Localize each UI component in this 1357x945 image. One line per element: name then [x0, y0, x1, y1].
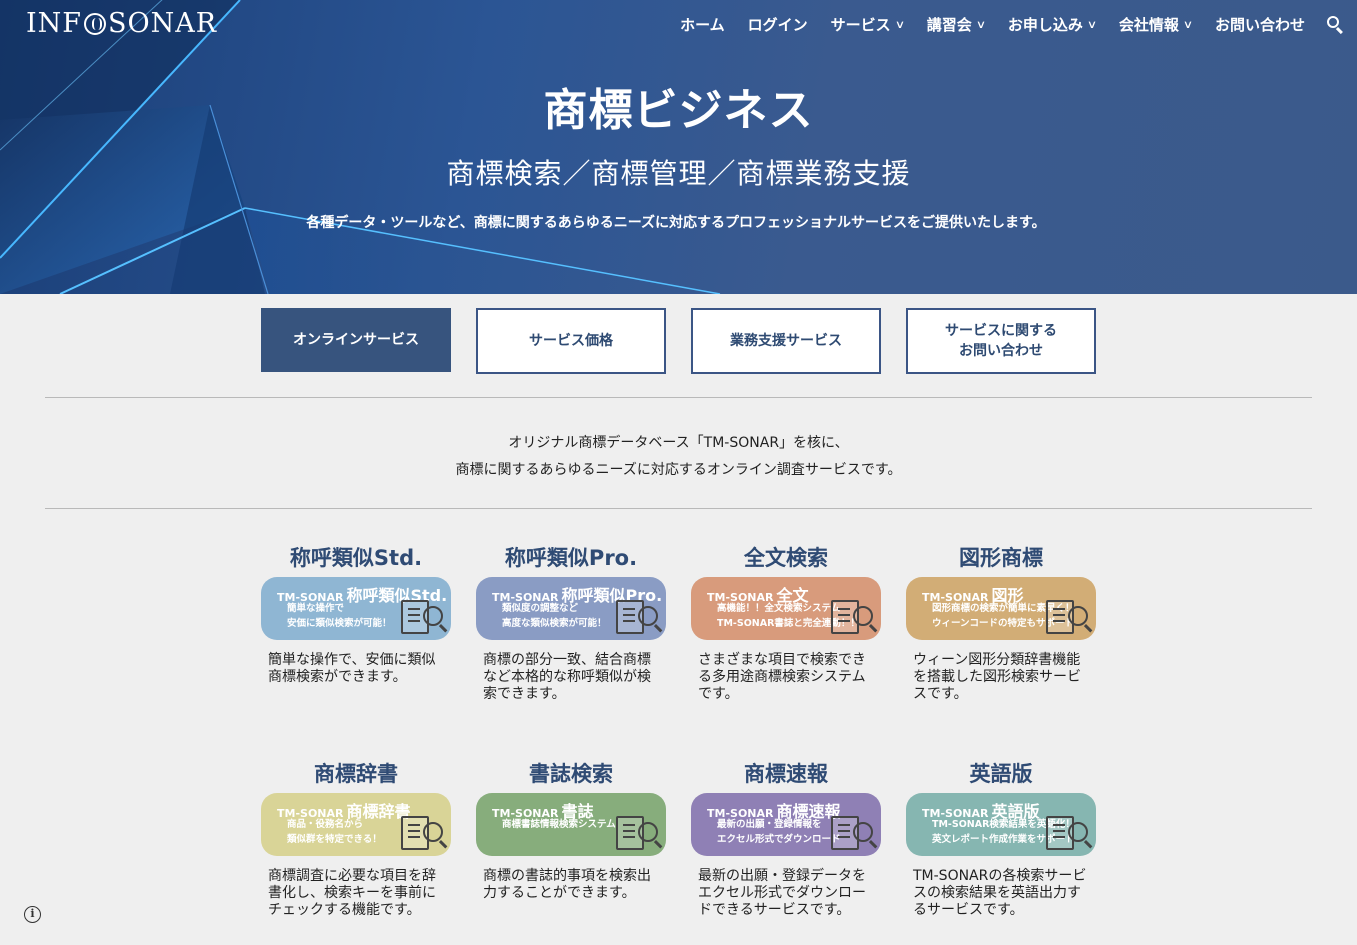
chevron-down-icon: ∨: [1182, 18, 1194, 31]
service-description: 簡単な操作で、安価に類似商標検索ができます。: [268, 652, 436, 685]
banner-sub-line: 安価に類似検索が可能！: [287, 618, 392, 629]
magnifier-icon: [1068, 822, 1088, 842]
magnifier-icon: [638, 606, 658, 626]
service-card: 書誌検索 TM-SONAR 書誌 商標書誌情報検索システム商標の書誌的事項を検索出力す…: [476, 759, 666, 902]
banner-sub-line: 簡単な操作で: [287, 603, 345, 614]
site-logo[interactable]: INF SONAR: [26, 8, 217, 39]
tab-label: サービス価格: [529, 332, 613, 349]
chevron-down-icon: ∨: [1086, 18, 1098, 31]
service-title-link[interactable]: 称呼類似Std.: [261, 543, 451, 577]
page-subtitle: 商標検索／商標管理／商標業務支援: [446, 157, 911, 190]
banner-subtext: 最新の出願・登録情報をエクセル形式でダウンロード: [717, 817, 841, 847]
page-title: 商標ビジネス: [543, 85, 814, 136]
service-description: TM-SONARの各検索サービスの検索結果を英語出力するサービスです。: [913, 868, 1087, 918]
search-icon[interactable]: [1327, 15, 1345, 34]
service-card: 称呼類似Pro. TM-SONAR 称呼類似Pro. 類似度の調整など 高度な類似検索が…: [476, 543, 666, 703]
tab-online-services[interactable]: オンラインサービス: [261, 308, 451, 372]
nav-label: ログイン: [747, 16, 808, 34]
tab-service-pricing[interactable]: サービス価格: [476, 308, 666, 374]
chevron-down-icon: ∨: [975, 18, 987, 31]
service-banner-image[interactable]: TM-SONAR 図形 図形商標の検索が簡単に素早く！ ウィーンコードの特定もサポート: [906, 577, 1096, 640]
service-title-link[interactable]: 英語版: [906, 759, 1096, 793]
nav-item-seminars[interactable]: 講習会 ∨: [926, 14, 987, 35]
banner-sub-line: 商品・役務名から: [287, 819, 364, 830]
service-title-link[interactable]: 全文検索: [691, 543, 881, 577]
service-card: 全文検索 TM-SONAR 全文 高機能！！全文検索システム TM-SONAR書誌と完全…: [691, 543, 881, 703]
banner-sub-line: 最新の出願・登録情報を: [717, 819, 822, 830]
service-banner-image[interactable]: TM-SONAR 称呼類似Pro. 類似度の調整など 高度な類似検索が可能！: [476, 577, 666, 640]
tab-business-support[interactable]: 業務支援サービス: [691, 308, 881, 374]
service-title-link[interactable]: 図形商標: [906, 543, 1096, 577]
magnifier-icon: [853, 822, 873, 842]
hero-banner: INF SONAR ホーム ログイン サービス ∨ 講習会 ∨ お申し込み ∨ 会社情…: [0, 0, 1357, 294]
nav-label: お申し込み: [1007, 16, 1083, 34]
nav-label: 講習会: [926, 16, 972, 34]
service-banner-image[interactable]: TM-SONAR 商標速報 最新の出願・登録情報を エクセル形式でダウンロード: [691, 793, 881, 856]
service-banner-image[interactable]: TM-SONAR 全文 高機能！！全文検索システム TM-SONAR書誌と完全連動！！: [691, 577, 881, 640]
service-title-link[interactable]: 商標速報: [691, 759, 881, 793]
main-nav: ホーム ログイン サービス ∨ 講習会 ∨ お申し込み ∨ 会社情報 ∨ お問い合わせ: [657, 14, 1345, 35]
banner-sub-line: 類似度の調整など: [502, 603, 579, 614]
nav-item-apply[interactable]: お申し込み ∨: [1007, 14, 1098, 35]
nav-label: 会社情報: [1118, 16, 1179, 34]
tab-label: サービスに関する お問い合わせ: [945, 322, 1057, 359]
logo-text-left: INF: [26, 8, 83, 39]
nav-label: お問い合わせ: [1214, 16, 1305, 34]
banner-sub-line: 高度な類似検索が可能！: [502, 618, 607, 629]
service-title-link[interactable]: 商標辞書: [261, 759, 451, 793]
service-description: 商標の書誌的事項を検索出力することができます。: [483, 868, 651, 901]
service-card: 商標辞書 TM-SONAR 商標辞書 商品・役務名から 類似群を特定できる！ 商標調査に必…: [261, 759, 451, 919]
divider: [45, 508, 1312, 509]
service-title-link[interactable]: 称呼類似Pro.: [476, 543, 666, 577]
tab-label: 業務支援サービス: [730, 332, 842, 349]
magnifier-icon: [853, 606, 873, 626]
intro-line: オリジナル商標データベース「TM-SONAR」を核に、: [508, 435, 849, 451]
nav-item-company[interactable]: 会社情報 ∨: [1118, 14, 1194, 35]
chevron-down-icon: ∨: [894, 18, 905, 31]
magnifier-icon: [638, 822, 658, 842]
magnifier-icon: [1068, 606, 1088, 626]
hero-lead-text: 各種データ・ツールなど、商標に関するあらゆるニーズに対応するプロフェッショナルサ…: [306, 215, 1046, 231]
info-icon[interactable]: i: [24, 906, 41, 923]
nav-label: サービス: [830, 16, 891, 34]
banner-sub-line: エクセル形式でダウンロード: [717, 834, 841, 845]
intro-text: オリジナル商標データベース「TM-SONAR」を核に、 商標に関するあらゆるニー…: [0, 430, 1357, 484]
nav-label: ホーム: [680, 16, 725, 34]
service-card: 英語版 TM-SONAR 英語版 TM-SONAR検索結果を英語化！ 英文レポート作成作…: [906, 759, 1096, 919]
hero-background-graphic: [0, 0, 721, 294]
logo-mark-icon: [84, 12, 107, 35]
banner-sub-line: 類似群を特定できる！: [287, 834, 382, 845]
nav-item-services[interactable]: サービス ∨: [830, 14, 905, 35]
service-banner-image[interactable]: TM-SONAR 英語版 TM-SONAR検索結果を英語化！ 英文レポート作成作業をサ…: [906, 793, 1096, 856]
service-banner-image[interactable]: TM-SONAR 称呼類似Std. 簡単な操作で 安価に類似検索が可能！: [261, 577, 451, 640]
tab-service-inquiry[interactable]: サービスに関する お問い合わせ: [906, 308, 1096, 374]
service-title-link[interactable]: 書誌検索: [476, 759, 666, 793]
service-description: 商標調査に必要な項目を辞書化し、検索キーを事前にチェックする機能です。: [268, 868, 436, 918]
service-description: ウィーン図形分類辞書機能を搭載した図形検索サービスです。: [913, 652, 1081, 702]
service-description: さまざまな項目で検索できる多用途商標検索システムです。: [698, 652, 866, 702]
tab-label: オンラインサービス: [293, 331, 419, 348]
banner-subtext: 類似度の調整など高度な類似検索が可能！: [502, 601, 607, 631]
banner-subtext: 簡単な操作で安価に類似検索が可能！: [287, 601, 392, 631]
service-banner-image[interactable]: TM-SONAR 商標辞書 商品・役務名から 類似群を特定できる！: [261, 793, 451, 856]
intro-line: 商標に関するあらゆるニーズに対応するオンライン調査サービスです。: [455, 462, 902, 478]
service-card: 商標速報 TM-SONAR 商標速報 最新の出願・登録情報を エクセル形式でダウンロード…: [691, 759, 881, 919]
service-card: 図形商標 TM-SONAR 図形 図形商標の検索が簡単に素早く！ ウィーンコードの特定も…: [906, 543, 1096, 703]
banner-subtext: 商標書誌情報検索システム: [502, 817, 616, 832]
banner-sub-line: 商標書誌情報検索システム: [502, 819, 616, 830]
divider: [45, 397, 1312, 398]
service-description: 最新の出願・登録データをエクセル形式でダウンロードできるサービスです。: [698, 868, 866, 918]
nav-item-contact[interactable]: お問い合わせ: [1215, 14, 1305, 35]
nav-item-home[interactable]: ホーム: [680, 14, 725, 35]
nav-item-login[interactable]: ログイン: [748, 14, 808, 35]
logo-text-right: SONAR: [108, 8, 218, 39]
banner-subtext: 商品・役務名から類似群を特定できる！: [287, 817, 382, 847]
magnifier-icon: [423, 606, 443, 626]
service-card: 称呼類似Std. TM-SONAR 称呼類似Std. 簡単な操作で 安価に類似検索が可能…: [261, 543, 451, 686]
magnifier-icon: [423, 822, 443, 842]
service-banner-image[interactable]: TM-SONAR 書誌 商標書誌情報検索システム: [476, 793, 666, 856]
service-description: 商標の部分一致、結合商標など本格的な称呼類似が検索できます。: [483, 652, 651, 702]
